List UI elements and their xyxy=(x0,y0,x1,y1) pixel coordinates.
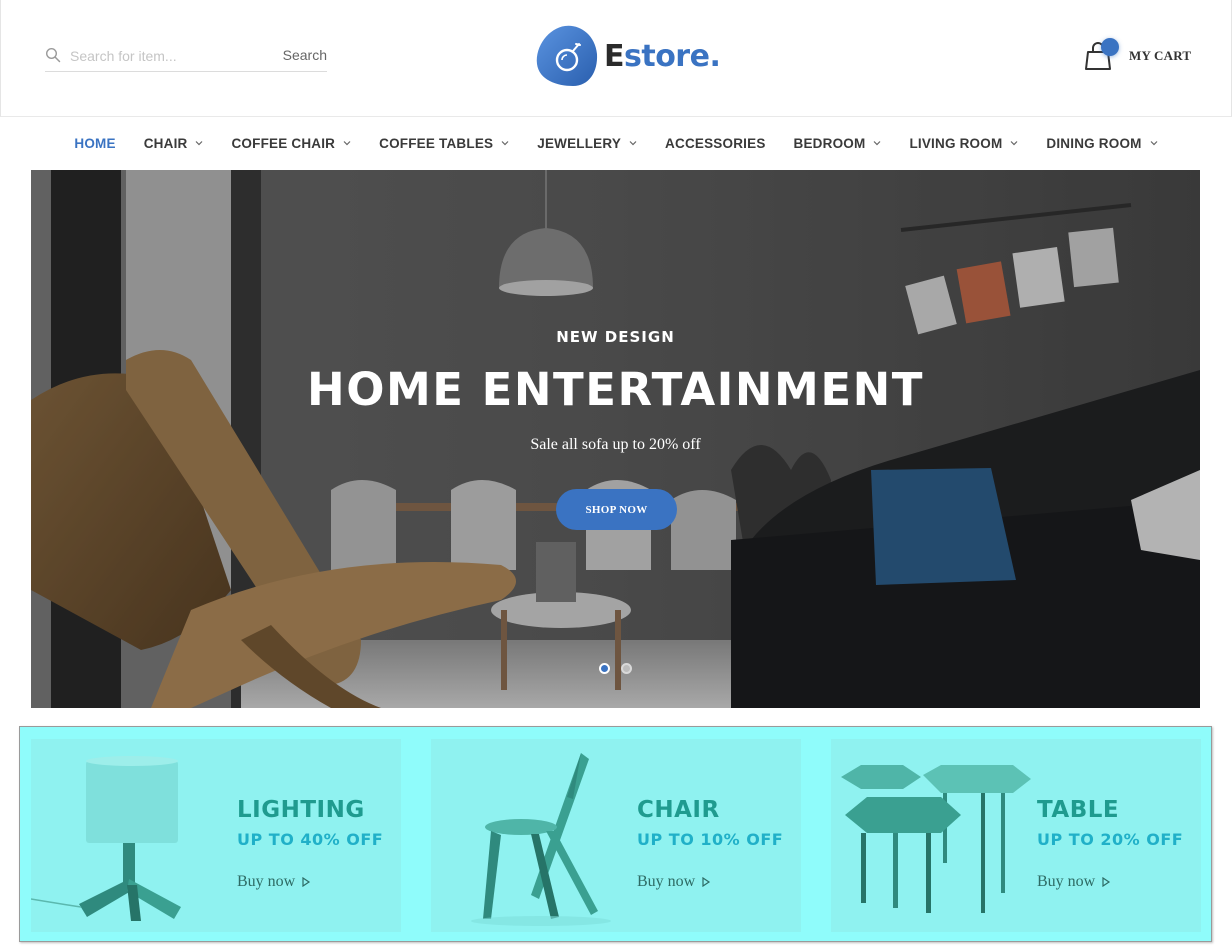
play-arrow-icon xyxy=(1102,877,1111,887)
main-nav: HOME CHAIR COFFEE CHAIR COFFEE TABLES JE… xyxy=(0,117,1232,169)
hero-headline: HOME ENTERTAINMENT xyxy=(307,363,924,416)
slider-pagination xyxy=(599,663,643,674)
nav-item-living-room[interactable]: LIVING ROOM xyxy=(909,136,1018,151)
logo-icon xyxy=(536,25,598,86)
nav-item-coffee-tables[interactable]: COFFEE TABLES xyxy=(379,136,509,151)
shop-now-button[interactable]: SHOP NOW xyxy=(556,489,677,530)
buy-now-link[interactable]: Buy now xyxy=(237,873,311,891)
play-arrow-icon xyxy=(702,877,711,887)
nav-item-jewellery[interactable]: JEWELLERY xyxy=(537,136,637,151)
nav-item-coffee-chair[interactable]: COFFEE CHAIR xyxy=(231,136,351,151)
slider-dot-2[interactable] xyxy=(621,663,632,674)
promo-category: LIGHTING xyxy=(237,797,365,823)
cart-label: MY CART xyxy=(1129,48,1192,63)
chevron-down-icon xyxy=(196,141,203,146)
promo-offer: UP TO 40% OFF xyxy=(237,830,384,849)
site-header: Search Estore. MY CART xyxy=(0,0,1232,117)
chevron-down-icon xyxy=(1150,141,1158,146)
promo-card-chair[interactable]: CHAIR UP TO 10% OFF Buy now xyxy=(431,739,801,932)
hero-eyebrow: NEW DESIGN xyxy=(556,328,675,346)
wooden-chair-icon xyxy=(471,753,611,926)
chevron-down-icon xyxy=(501,141,509,146)
play-arrow-icon xyxy=(302,877,311,887)
search-bar: Search xyxy=(45,44,327,72)
promo-category: CHAIR xyxy=(637,797,720,823)
cart-count-badge xyxy=(1101,38,1119,56)
buy-now-link[interactable]: Buy now xyxy=(1037,873,1111,891)
site-logo[interactable]: Estore. xyxy=(535,24,721,88)
logo-wordmark: Estore. xyxy=(604,38,721,74)
nav-item-dining-room[interactable]: DINING ROOM xyxy=(1046,136,1158,151)
chevron-down-icon xyxy=(874,141,881,146)
promo-card-lighting[interactable]: LIGHTING UP TO 40% OFF Buy now xyxy=(31,739,401,932)
nav-item-bedroom[interactable]: BEDROOM xyxy=(794,136,882,151)
search-button[interactable]: Search xyxy=(283,47,327,63)
nav-item-chair[interactable]: CHAIR xyxy=(144,136,204,151)
promo-offer: UP TO 10% OFF xyxy=(637,830,784,849)
promo-banners: LIGHTING UP TO 40% OFF Buy now CHAIR UP … xyxy=(19,726,1212,942)
buy-now-link[interactable]: Buy now xyxy=(637,873,711,891)
hero-caption: NEW DESIGN HOME ENTERTAINMENT Sale all s… xyxy=(31,170,1200,708)
nesting-tables-icon xyxy=(841,765,1031,913)
cart-button[interactable]: MY CART xyxy=(1083,38,1191,74)
search-icon[interactable] xyxy=(45,47,61,63)
promo-offer: UP TO 20% OFF xyxy=(1037,830,1184,849)
chevron-down-icon xyxy=(1010,141,1018,146)
table-lamp-icon xyxy=(31,756,181,921)
slider-dot-1[interactable] xyxy=(599,663,610,674)
hero-subline: Sale all sofa up to 20% off xyxy=(530,436,701,453)
search-input[interactable] xyxy=(70,45,270,67)
nav-item-home[interactable]: HOME xyxy=(74,136,115,151)
promo-card-table[interactable]: TABLE UP TO 20% OFF Buy now xyxy=(831,739,1201,932)
nav-item-accessories[interactable]: ACCESSORIES xyxy=(665,136,765,151)
promo-category: TABLE xyxy=(1037,797,1120,823)
chevron-down-icon xyxy=(629,141,637,146)
hero-slider: NEW DESIGN HOME ENTERTAINMENT Sale all s… xyxy=(31,170,1200,708)
chevron-down-icon xyxy=(343,141,351,146)
